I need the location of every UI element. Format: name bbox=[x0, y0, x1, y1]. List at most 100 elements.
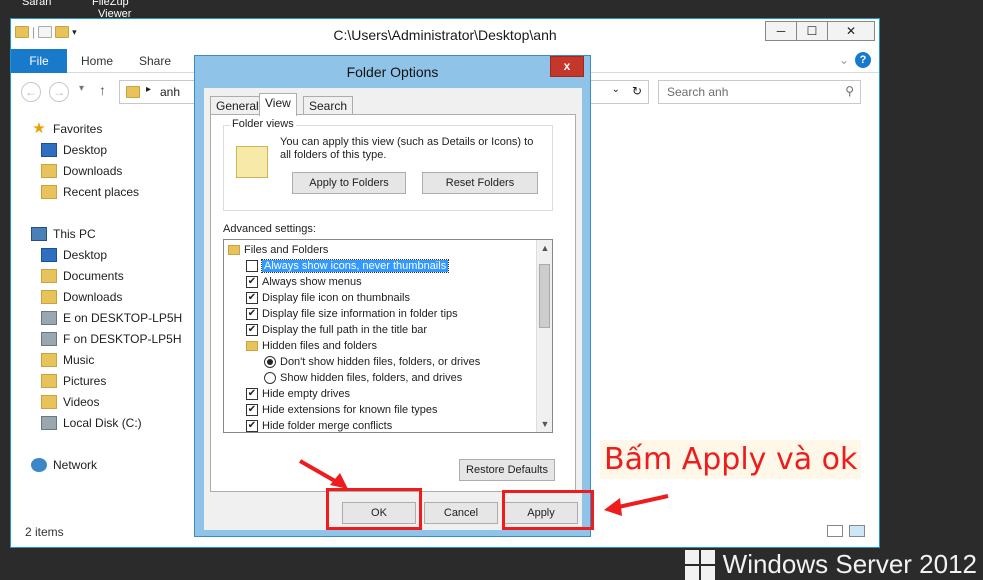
reset-folders-button[interactable]: Reset Folders bbox=[422, 172, 538, 194]
setting-hide-empty-drives[interactable]: ✔ Hide empty drives bbox=[246, 386, 350, 402]
nav-label: This PC bbox=[53, 227, 96, 241]
scroll-thumb[interactable] bbox=[539, 264, 550, 328]
desktop-icon bbox=[41, 143, 57, 157]
dialog-close-button[interactable]: x bbox=[550, 56, 584, 77]
branding-text: Windows Server 2012 bbox=[722, 549, 977, 579]
folder-icon bbox=[246, 341, 258, 351]
nav-label: Downloads bbox=[63, 290, 123, 304]
nav-downloads[interactable]: Downloads bbox=[41, 161, 122, 181]
nav-recent-places[interactable]: Recent places bbox=[41, 182, 139, 202]
nav-favorites[interactable]: ★ Favorites bbox=[31, 119, 102, 139]
nav-this-pc[interactable]: This PC bbox=[31, 224, 96, 244]
cancel-button[interactable]: Cancel bbox=[424, 502, 498, 524]
tab-search[interactable]: Search bbox=[303, 96, 354, 115]
nav-label: Documents bbox=[63, 269, 124, 283]
setting-file-size-tips[interactable]: ✔ Display file size information in folder… bbox=[246, 306, 458, 322]
details-view-icon[interactable] bbox=[827, 525, 843, 537]
maximize-button[interactable]: ☐ bbox=[796, 21, 828, 41]
refresh-icon[interactable]: ↻ bbox=[632, 84, 642, 98]
search-input[interactable]: Search anh ⚲ bbox=[658, 80, 861, 104]
folder-options-dialog: Folder Options x General View Search Fol… bbox=[194, 55, 591, 537]
recent-locations-icon[interactable]: ▾ bbox=[79, 83, 84, 94]
radio-button[interactable] bbox=[264, 372, 276, 384]
large-icons-view-icon[interactable] bbox=[849, 525, 865, 537]
breadcrumb[interactable]: anh bbox=[160, 85, 180, 99]
help-icon[interactable]: ? bbox=[855, 52, 871, 68]
dialog-title: Folder Options bbox=[346, 64, 439, 80]
nav-desktop[interactable]: Desktop bbox=[41, 140, 107, 160]
nav-music[interactable]: Music bbox=[41, 350, 94, 370]
checkbox[interactable]: ✔ bbox=[246, 292, 258, 304]
search-icon[interactable]: ⚲ bbox=[845, 84, 854, 98]
desktop-icon-label[interactable]: FileZup bbox=[92, 0, 129, 8]
up-button[interactable]: ↑ bbox=[99, 82, 106, 98]
radio-show-hidden[interactable]: Show hidden files, folders, and drives bbox=[264, 370, 462, 386]
back-button[interactable]: ← bbox=[21, 82, 41, 102]
checkbox[interactable] bbox=[246, 260, 258, 272]
nav-f-drive[interactable]: F on DESKTOP-LP5H bbox=[41, 329, 182, 349]
tab-view[interactable]: View bbox=[259, 93, 297, 116]
setting-full-path-title[interactable]: ✔ Display the full path in the title bar bbox=[246, 322, 427, 338]
radio-dont-show-hidden[interactable]: Don't show hidden files, folders, or dri… bbox=[264, 354, 480, 370]
nav-label: Favorites bbox=[53, 122, 103, 136]
tree-label: Hidden files and folders bbox=[262, 340, 377, 352]
annotation-text: Bấm Apply và ok bbox=[600, 440, 862, 479]
checkbox[interactable]: ✔ bbox=[246, 388, 258, 400]
checkbox[interactable]: ✔ bbox=[246, 420, 258, 432]
tab-home[interactable]: Home bbox=[81, 54, 113, 68]
tab-file[interactable]: File bbox=[11, 49, 67, 73]
nav-network[interactable]: Network bbox=[31, 455, 97, 475]
checkbox[interactable]: ✔ bbox=[246, 308, 258, 320]
scroll-down-icon[interactable]: ▼ bbox=[537, 416, 552, 432]
nav-label: Network bbox=[53, 458, 98, 472]
advanced-settings-label: Advanced settings: bbox=[223, 223, 316, 235]
videos-icon bbox=[41, 395, 57, 409]
breadcrumb-arrow-icon[interactable]: ▸ bbox=[146, 84, 151, 95]
address-dropdown-icon[interactable]: ⌄ bbox=[612, 84, 620, 95]
nav-pc-downloads[interactable]: Downloads bbox=[41, 287, 122, 307]
setting-label: Don't show hidden files, folders, or dri… bbox=[280, 356, 481, 368]
forward-button[interactable]: → bbox=[49, 82, 69, 102]
nav-videos[interactable]: Videos bbox=[41, 392, 99, 412]
expand-ribbon-icon[interactable]: ⌄ bbox=[839, 53, 849, 67]
nav-local-disk[interactable]: Local Disk (C:) bbox=[41, 413, 142, 433]
checkbox[interactable]: ✔ bbox=[246, 404, 258, 416]
downloads-icon bbox=[41, 164, 57, 178]
documents-icon bbox=[41, 269, 57, 283]
setting-file-icon-thumbnails[interactable]: ✔ Display file icon on thumbnails bbox=[246, 290, 410, 306]
nav-pc-desktop[interactable]: Desktop bbox=[41, 245, 107, 265]
checkbox[interactable]: ✔ bbox=[246, 276, 258, 288]
arrow-to-apply-icon bbox=[604, 494, 669, 516]
apply-to-folders-button[interactable]: Apply to Folders bbox=[292, 172, 406, 194]
tree-folder-item: Hidden files and folders bbox=[246, 338, 377, 354]
setting-always-show-menus[interactable]: ✔ Always show menus bbox=[246, 274, 362, 290]
nav-documents[interactable]: Documents bbox=[41, 266, 124, 286]
nav-pictures[interactable]: Pictures bbox=[41, 371, 106, 391]
setting-hide-merge-conflicts[interactable]: ✔ Hide folder merge conflicts bbox=[246, 418, 392, 432]
setting-hide-extensions[interactable]: ✔ Hide extensions for known file types bbox=[246, 402, 437, 418]
setting-label: Display file size information in folder … bbox=[262, 308, 458, 320]
setting-label: Display file icon on thumbnails bbox=[262, 292, 410, 304]
folder-views-group: Folder views You can apply this view (su… bbox=[223, 118, 553, 211]
tab-general[interactable]: General bbox=[210, 96, 265, 115]
checkbox[interactable]: ✔ bbox=[246, 324, 258, 336]
nav-e-drive[interactable]: E on DESKTOP-LP5H bbox=[41, 308, 182, 328]
scroll-up-icon[interactable]: ▲ bbox=[537, 240, 552, 256]
setting-label: Always show icons, never thumbnails bbox=[260, 259, 450, 273]
setting-always-show-icons[interactable]: Always show icons, never thumbnails bbox=[246, 258, 450, 274]
nav-label: Pictures bbox=[63, 374, 107, 388]
minimize-button[interactable]: ─ bbox=[765, 21, 797, 41]
tab-share[interactable]: Share bbox=[139, 54, 171, 68]
network-drive-icon bbox=[41, 311, 57, 325]
restore-defaults-button[interactable]: Restore Defaults bbox=[459, 459, 555, 481]
radio-button[interactable] bbox=[264, 356, 276, 368]
folder-icon bbox=[126, 86, 140, 98]
desktop-icon-label[interactable]: Sarah bbox=[22, 0, 51, 8]
advanced-settings-tree[interactable]: Files and Folders Always show icons, nev… bbox=[223, 239, 553, 433]
windows-logo-icon bbox=[684, 549, 715, 580]
nav-label: Desktop bbox=[63, 248, 108, 262]
close-button[interactable]: ✕ bbox=[827, 21, 875, 41]
nav-label: Desktop bbox=[63, 143, 108, 157]
nav-label: Videos bbox=[63, 395, 100, 409]
tree-scrollbar[interactable]: ▲ ▼ bbox=[536, 240, 552, 432]
